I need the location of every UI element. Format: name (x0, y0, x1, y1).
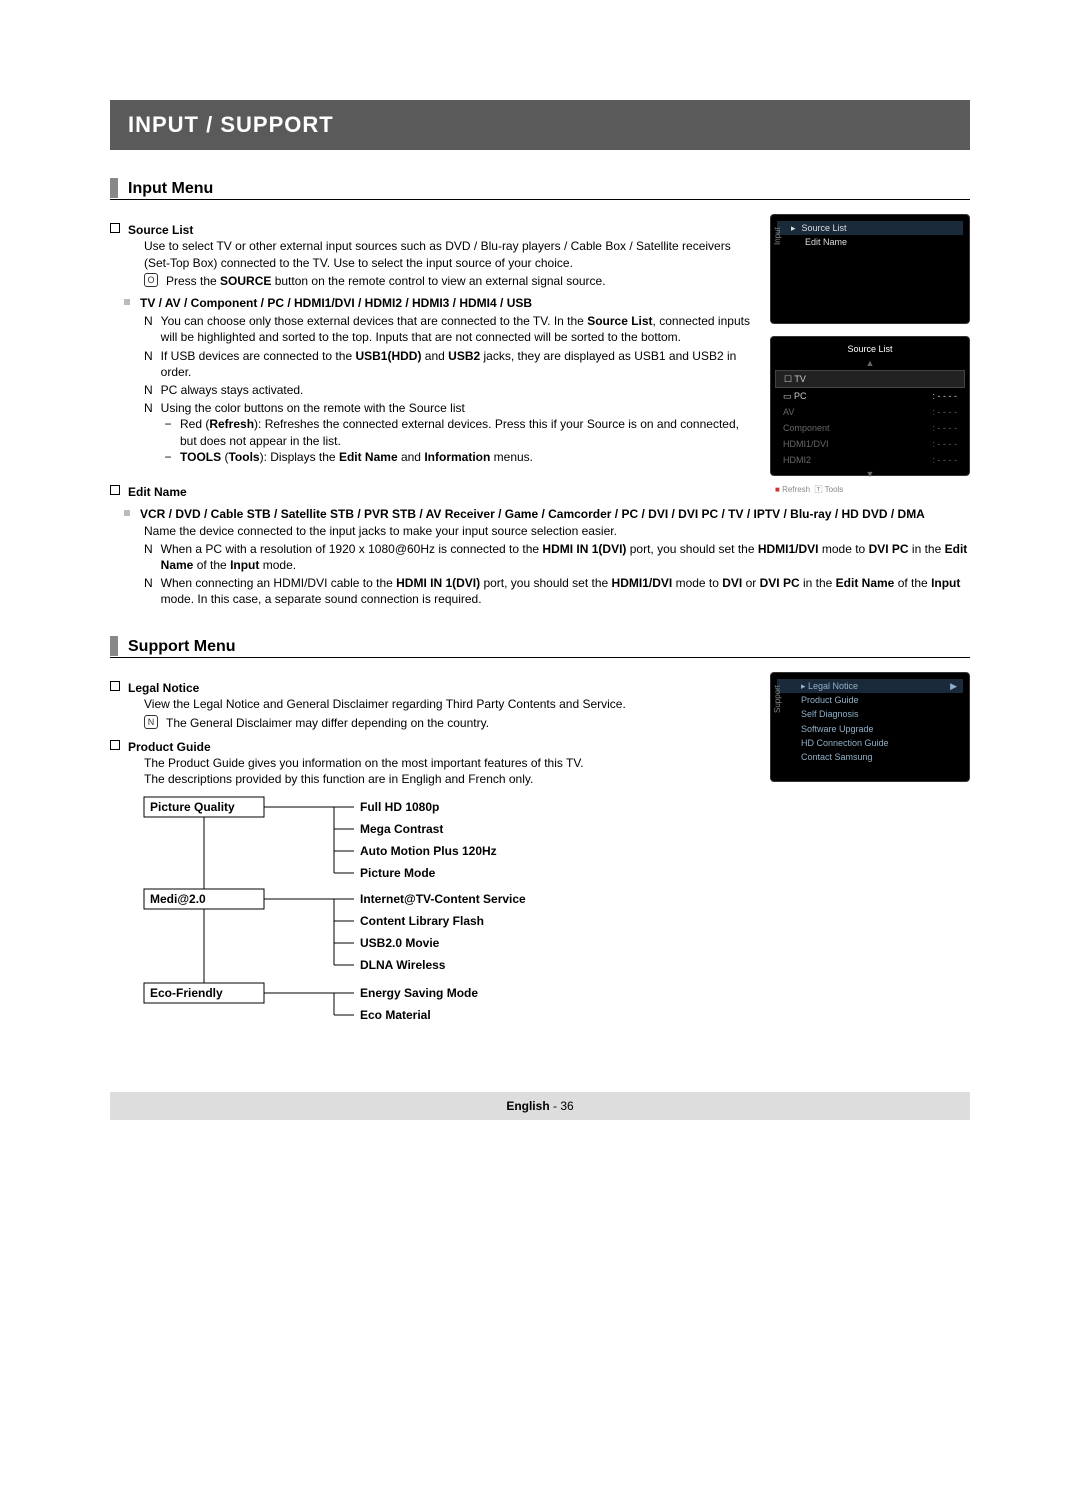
tv-av-heading: TV / AV / Component / PC / HDMI1/DVI / H… (110, 295, 754, 311)
svg-text:Auto Motion Plus 120Hz: Auto Motion Plus 120Hz (360, 844, 497, 858)
legal-note: N The General Disclaimer may differ depe… (144, 715, 754, 731)
svg-text:Internet@TV-Content Service: Internet@TV-Content Service (360, 892, 526, 906)
svg-text:Picture Mode: Picture Mode (360, 866, 436, 880)
dash-refresh: − Red (Refresh): Refreshes the connected… (164, 416, 754, 448)
input-menu-heading: Input Menu (110, 178, 970, 201)
source-list-heading: Source List (110, 222, 754, 238)
edit-name-devices: VCR / DVD / Cable STB / Satellite STB / … (110, 506, 970, 522)
guide-desc2: The descriptions provided by this functi… (144, 771, 754, 787)
page-banner: INPUT / SUPPORT (110, 100, 970, 150)
legal-notice-heading: Legal Notice (110, 680, 754, 696)
source-list-desc: Use to select TV or other external input… (144, 238, 754, 270)
edit-name-desc: Name the device connected to the input j… (144, 523, 970, 539)
product-guide-heading: Product Guide (110, 739, 754, 755)
note-source-choose: N You can choose only those external dev… (144, 313, 754, 345)
note-hdmi-dvi: N When connecting an HDMI/DVI cable to t… (144, 575, 970, 607)
support-menu-heading: Support Menu (110, 636, 970, 659)
svg-text:Picture Quality: Picture Quality (150, 800, 235, 814)
svg-text:Mega Contrast: Mega Contrast (360, 822, 443, 836)
source-press-note: O Press the SOURCE button on the remote … (144, 273, 754, 289)
svg-text:Eco-Friendly: Eco-Friendly (150, 986, 223, 1000)
note-color-buttons: N Using the color buttons on the remote … (144, 400, 754, 416)
svg-text:Content Library Flash: Content Library Flash (360, 914, 484, 928)
svg-text:Eco Material: Eco Material (360, 1008, 431, 1022)
note-pc-res: N When a PC with a resolution of 1920 x … (144, 541, 970, 573)
legal-desc: View the Legal Notice and General Discla… (144, 696, 754, 712)
osd-source-list: Source List ▲ ☐ TV ▭ PC: - - - - AV: - -… (770, 336, 970, 476)
svg-text:Medi@2.0: Medi@2.0 (150, 892, 206, 906)
svg-text:USB2.0 Movie: USB2.0 Movie (360, 936, 440, 950)
page-footer: English - 36 (110, 1092, 970, 1120)
guide-desc1: The Product Guide gives you information … (144, 755, 754, 771)
svg-text:Full HD 1080p: Full HD 1080p (360, 800, 439, 814)
note-pc: N PC always stays activated. (144, 382, 754, 398)
svg-text:Energy Saving Mode: Energy Saving Mode (360, 986, 478, 1000)
osd-input-menu: Input ▸Source List Edit Name (770, 214, 970, 324)
osd-support-menu: Support ▸ Legal Notice▶ Product Guide Se… (770, 672, 970, 782)
svg-text:DLNA Wireless: DLNA Wireless (360, 958, 446, 972)
note-usb: N If USB devices are connected to the US… (144, 348, 754, 380)
feature-tree: Picture Quality Full HD 1080p Mega Contr… (144, 797, 664, 1027)
dash-tools: − TOOLS (Tools): Displays the Edit Name … (164, 449, 754, 465)
